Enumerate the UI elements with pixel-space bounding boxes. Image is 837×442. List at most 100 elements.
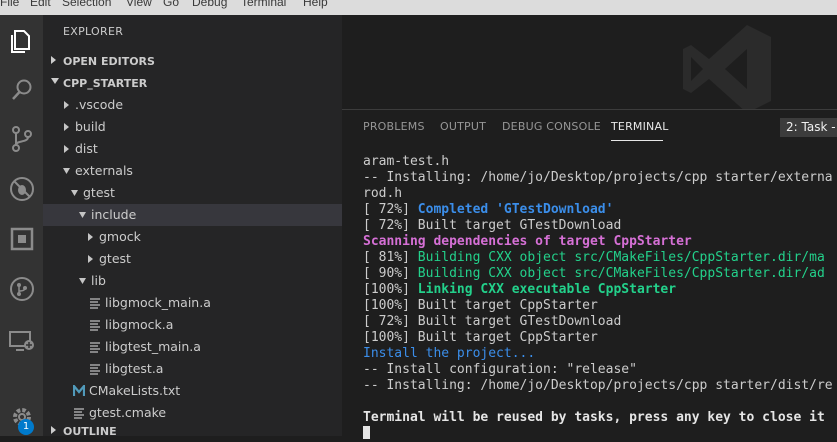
terminal-line: rod.h xyxy=(363,186,403,201)
terminal-line: Install the project... xyxy=(363,346,536,361)
tree-file[interactable]: libgmock.a xyxy=(43,314,342,336)
tree-item-label: libgmock_main.a xyxy=(105,295,211,310)
section-open-editors[interactable]: OPEN EDITORS xyxy=(43,50,342,72)
tree-item-label: dist xyxy=(75,141,98,156)
chevron-right-icon xyxy=(64,145,69,153)
tab-terminal[interactable]: TERMINAL xyxy=(611,120,669,133)
chevron-right-icon xyxy=(51,56,56,64)
chevron-down-icon xyxy=(71,190,78,196)
terminal-line: [ 81%] Building CXX object src/CMakeFile… xyxy=(363,250,825,265)
tree-folder[interactable]: build xyxy=(43,116,342,138)
chevron-right-icon xyxy=(51,426,56,434)
menu-view[interactable]: View xyxy=(126,0,152,9)
tree-folder[interactable]: gmock xyxy=(43,226,342,248)
extensions-icon[interactable] xyxy=(0,219,43,259)
tree-file[interactable]: libgtest_main.a xyxy=(43,336,342,358)
bottom-panel: PROBLEMS OUTPUT DEBUG CONSOLE TERMINAL 2… xyxy=(342,109,837,439)
source-control-icon[interactable] xyxy=(0,119,43,159)
tree-folder[interactable]: lib xyxy=(43,270,342,292)
terminal-line: Terminal will be reused by tasks, press … xyxy=(363,410,825,425)
explorer-title: EXPLORER xyxy=(63,25,124,38)
git-lens-icon[interactable] xyxy=(0,269,43,309)
files-icon[interactable] xyxy=(0,21,43,61)
terminal-line: aram-test.h xyxy=(363,154,450,169)
outline-label: OUTLINE xyxy=(63,425,117,436)
text-file-icon xyxy=(90,298,100,309)
terminal-line: [ 90%] Building CXX object src/CMakeFile… xyxy=(363,266,825,281)
terminal-line: [ 72%] Built target GTestDownload xyxy=(363,218,622,233)
tab-debug-console[interactable]: DEBUG CONSOLE xyxy=(502,120,601,133)
terminal-line: [100%] Built target CppStarter xyxy=(363,298,598,313)
tree-folder[interactable]: dist xyxy=(43,138,342,160)
editor-area xyxy=(342,15,837,113)
open-editors-label: OPEN EDITORS xyxy=(63,55,155,68)
tree-item-label: gtest xyxy=(83,185,115,200)
tree-file[interactable]: libgtest.a xyxy=(43,358,342,380)
terminal-line: -- Installing: /home/jo/Desktop/projects… xyxy=(363,170,833,185)
tree-item-label: build xyxy=(75,119,106,134)
terminal-line: Scanning dependencies of target CppStart… xyxy=(363,234,692,249)
tree-item-label: libgmock.a xyxy=(105,317,174,332)
notification-badge: 1 xyxy=(18,419,34,435)
tree-file[interactable]: CMakeLists.txt xyxy=(43,380,342,402)
cmake-file-icon xyxy=(73,385,85,396)
tree-folder[interactable]: gtest xyxy=(43,248,342,270)
vscode-watermark-icon xyxy=(683,25,771,113)
tree-item-label: externals xyxy=(75,163,133,178)
terminal-line: [100%] Built target CppStarter xyxy=(363,330,598,345)
terminal-cursor xyxy=(363,426,370,439)
tree-folder[interactable]: .vscode xyxy=(43,94,342,116)
menu-file[interactable]: File xyxy=(0,0,19,9)
chevron-down-icon xyxy=(79,278,86,284)
menu-selection[interactable]: Selection xyxy=(62,0,111,9)
tree-folder[interactable]: externals xyxy=(43,160,342,182)
menu-edit[interactable]: Edit xyxy=(30,0,51,9)
text-file-icon xyxy=(74,408,84,419)
tree-item-label: CMakeLists.txt xyxy=(89,383,181,398)
text-file-icon xyxy=(90,364,100,375)
active-tab-indicator xyxy=(611,140,663,141)
explorer-sidebar: EXPLORER OPEN EDITORS CPP_STARTER OUTLIN… xyxy=(43,15,342,436)
menu-bar: File Edit Selection View Go Debug Termin… xyxy=(0,0,837,15)
project-label: CPP_STARTER xyxy=(63,77,148,90)
terminal-cursor-line xyxy=(363,426,833,442)
text-file-icon xyxy=(90,320,100,331)
chevron-right-icon xyxy=(64,123,69,131)
tree-item-label: include xyxy=(91,207,137,222)
chevron-right-icon xyxy=(64,101,69,109)
tree-file[interactable]: libgmock_main.a xyxy=(43,292,342,314)
tree-item-label: gtest xyxy=(99,251,131,266)
remote-explorer-icon[interactable] xyxy=(0,321,43,361)
tree-item-label: gtest.cmake xyxy=(89,405,167,420)
terminal-line: [ 72%] Built target GTestDownload xyxy=(363,314,622,329)
chevron-right-icon xyxy=(88,233,93,241)
chevron-right-icon xyxy=(88,255,93,263)
terminal-line: [100%] Linking CXX executable CppStarter xyxy=(363,282,677,297)
menu-debug[interactable]: Debug xyxy=(192,0,227,9)
tree-folder[interactable]: include xyxy=(43,204,342,226)
tree-item-label: libgtest.a xyxy=(105,361,164,376)
terminal-output[interactable]: aram-test.h -- Installing: /home/jo/Deskt… xyxy=(363,154,833,442)
chevron-down-icon xyxy=(63,168,70,174)
tree-folder[interactable]: gtest xyxy=(43,182,342,204)
debug-icon[interactable] xyxy=(0,169,43,209)
tree-item-label: .vscode xyxy=(75,97,124,112)
menu-go[interactable]: Go xyxy=(163,0,179,9)
tree-file[interactable]: gtest.cmake xyxy=(43,402,342,424)
tree-item-label: libgtest_main.a xyxy=(105,339,201,354)
menu-terminal[interactable]: Terminal xyxy=(241,0,286,9)
search-icon[interactable] xyxy=(0,70,43,110)
tree-item-label: gmock xyxy=(99,229,141,244)
terminal-select[interactable]: 2: Task - xyxy=(780,118,837,137)
tree-item-label: lib xyxy=(91,273,106,288)
text-file-icon xyxy=(90,342,100,353)
section-project[interactable]: CPP_STARTER xyxy=(43,72,342,94)
menu-help[interactable]: Help xyxy=(303,0,328,9)
terminal-line: -- Installing: /home/jo/Desktop/projects… xyxy=(363,378,833,393)
tab-problems[interactable]: PROBLEMS xyxy=(363,120,425,133)
terminal-line: -- Install configuration: "release" xyxy=(363,362,637,377)
chevron-down-icon xyxy=(51,78,59,84)
tab-output[interactable]: OUTPUT xyxy=(440,120,486,133)
chevron-down-icon xyxy=(79,212,86,218)
